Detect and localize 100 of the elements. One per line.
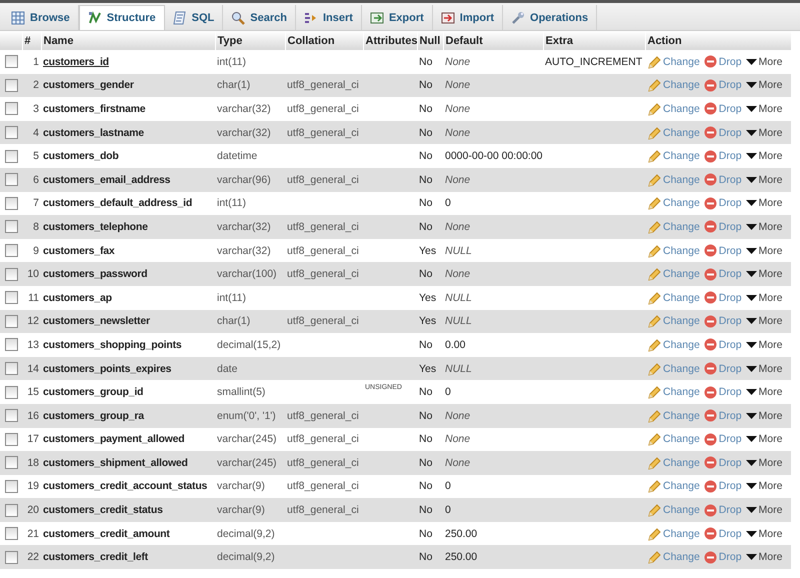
checkbox[interactable] (5, 409, 18, 422)
checkbox[interactable] (5, 55, 18, 68)
more-link[interactable]: More (746, 244, 782, 257)
tab[interactable]: Structure (78, 5, 165, 30)
change-link[interactable]: Change (647, 362, 700, 376)
tab[interactable]: Import (432, 5, 504, 30)
more-link[interactable]: More (746, 315, 782, 328)
drop-link[interactable]: Drop (704, 480, 742, 493)
change-link[interactable]: Change (647, 172, 700, 187)
change-link[interactable]: Change (647, 220, 700, 234)
drop-link[interactable]: Drop (704, 244, 742, 258)
checkbox[interactable] (5, 338, 18, 352)
more-link[interactable]: More (746, 456, 782, 469)
checkbox[interactable] (5, 386, 18, 399)
checkbox[interactable] (5, 173, 18, 186)
tab[interactable]: SQL (164, 5, 224, 30)
checkbox[interactable] (5, 480, 18, 493)
checkbox[interactable] (5, 432, 18, 446)
checkbox[interactable] (5, 196, 18, 210)
more-link[interactable]: More (746, 362, 782, 375)
change-link[interactable]: Change (647, 479, 700, 494)
change-link[interactable]: Change (647, 78, 700, 92)
more-link[interactable]: More (746, 197, 782, 210)
tab[interactable]: Search (223, 5, 296, 30)
change-link[interactable]: Change (647, 456, 700, 470)
pencil-icon (647, 550, 661, 564)
drop-link[interactable]: Drop (704, 102, 742, 116)
drop-link[interactable]: Drop (704, 196, 742, 210)
more-link[interactable]: More (746, 504, 782, 516)
more-link[interactable]: More (746, 56, 782, 68)
more-link[interactable]: More (746, 268, 782, 280)
more-link[interactable]: More (746, 338, 782, 351)
checkbox[interactable] (5, 362, 18, 376)
drop-link[interactable]: Drop (704, 386, 742, 399)
checkbox[interactable] (5, 456, 18, 470)
drop-link[interactable]: Drop (704, 456, 742, 470)
change-link[interactable]: Change (647, 102, 700, 116)
change-link[interactable]: Change (647, 267, 700, 282)
drop-link[interactable]: Drop (704, 338, 742, 352)
more-link[interactable]: More (746, 410, 782, 422)
caret-icon (746, 553, 757, 562)
more-link[interactable]: More (746, 174, 782, 186)
change-link[interactable]: Change (647, 385, 700, 400)
checkbox[interactable] (5, 126, 18, 140)
change-link[interactable]: Change (647, 526, 700, 541)
change-link[interactable]: Change (647, 290, 700, 305)
checkbox[interactable] (5, 150, 18, 163)
drop-link[interactable]: Drop (704, 432, 742, 446)
more-link[interactable]: More (746, 220, 782, 233)
change-link[interactable]: Change (647, 432, 700, 446)
checkbox[interactable] (5, 550, 18, 564)
change-link[interactable]: Change (647, 503, 700, 518)
more-link[interactable]: More (746, 528, 782, 540)
column-type: int(11) (217, 56, 246, 68)
change-link[interactable]: Change (647, 149, 700, 164)
checkbox[interactable] (5, 244, 18, 258)
checkbox[interactable] (5, 504, 18, 517)
change-link[interactable]: Change (647, 126, 700, 140)
drop-link[interactable]: Drop (704, 291, 742, 304)
more-link[interactable]: More (746, 480, 782, 492)
drop-link[interactable]: Drop (704, 173, 742, 186)
checkbox[interactable] (5, 314, 18, 328)
change-link[interactable]: Change (647, 550, 700, 564)
change-link[interactable]: Change (647, 338, 700, 352)
checkbox[interactable] (5, 220, 18, 234)
more-link[interactable]: More (746, 126, 782, 139)
drop-link[interactable]: Drop (704, 220, 742, 234)
tab[interactable]: Browse (3, 5, 79, 30)
more-link[interactable]: More (746, 551, 782, 564)
drop-link[interactable]: Drop (704, 150, 742, 163)
drop-link[interactable]: Drop (704, 268, 742, 281)
checkbox[interactable] (5, 268, 18, 281)
checkbox[interactable] (5, 102, 18, 116)
column-name: customers_id (43, 56, 109, 68)
more-link[interactable]: More (746, 102, 782, 115)
change-link[interactable]: Change (647, 244, 700, 258)
change-link[interactable]: Change (647, 54, 700, 69)
checkbox[interactable] (5, 78, 18, 92)
drop-link[interactable]: Drop (704, 527, 742, 540)
more-link[interactable]: More (746, 292, 782, 304)
change-link[interactable]: Change (647, 196, 700, 210)
checkbox[interactable] (5, 527, 18, 540)
checkbox[interactable] (5, 291, 18, 304)
tab[interactable]: Export (362, 5, 433, 30)
change-link[interactable]: Change (647, 314, 700, 328)
drop-link[interactable]: Drop (704, 126, 742, 140)
drop-link[interactable]: Drop (704, 550, 742, 564)
drop-link[interactable]: Drop (704, 55, 742, 68)
more-link[interactable]: More (746, 433, 782, 446)
drop-link[interactable]: Drop (704, 409, 742, 422)
more-link[interactable]: More (746, 386, 782, 398)
more-link[interactable]: More (746, 79, 782, 92)
drop-link[interactable]: Drop (704, 78, 742, 92)
more-link[interactable]: More (746, 150, 782, 162)
tab[interactable]: Operations (503, 5, 598, 30)
change-link[interactable]: Change (647, 408, 700, 423)
drop-link[interactable]: Drop (704, 504, 742, 517)
tab[interactable]: Insert (296, 5, 362, 30)
drop-link[interactable]: Drop (704, 314, 742, 328)
drop-link[interactable]: Drop (704, 362, 742, 376)
